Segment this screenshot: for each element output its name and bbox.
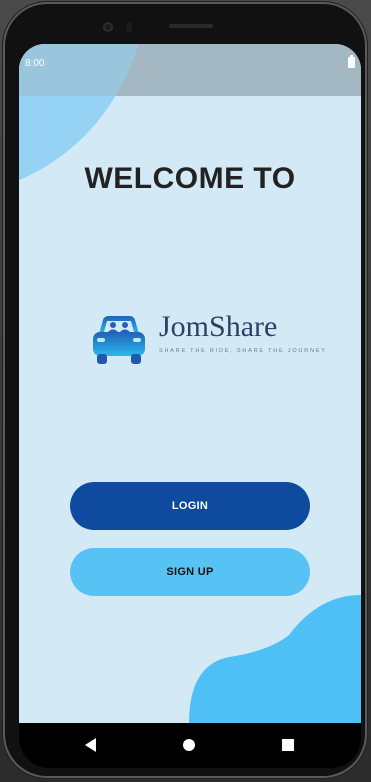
decorative-blob-bottom <box>189 595 361 723</box>
earpiece-speaker <box>169 24 213 28</box>
device-frame: 8:00 WELCOME TO JomShare SHARE THE RIDE,… <box>0 0 371 782</box>
app-logo: JomShare SHARE THE RIDE, SHARE THE JOURN… <box>89 308 325 368</box>
car-with-passengers-icon <box>93 316 145 364</box>
welcome-title: WELCOME TO <box>84 162 296 195</box>
system-nav-bar <box>19 723 361 768</box>
logo-tagline: SHARE THE RIDE, SHARE THE JOURNEY <box>159 348 327 354</box>
battery-full-icon <box>348 55 355 68</box>
recents-square-icon[interactable] <box>282 739 294 751</box>
login-button[interactable]: LOGIN <box>70 482 310 530</box>
home-circle-icon[interactable] <box>183 739 195 751</box>
front-camera <box>103 22 113 32</box>
status-time: 8:00 <box>25 58 45 69</box>
app-screen: 8:00 WELCOME TO JomShare SHARE THE RIDE,… <box>19 44 361 723</box>
logo-name: JomShare <box>159 310 278 343</box>
sensor <box>126 22 132 32</box>
signup-button[interactable]: SIGN UP <box>70 548 310 596</box>
back-triangle-icon[interactable] <box>85 738 96 752</box>
